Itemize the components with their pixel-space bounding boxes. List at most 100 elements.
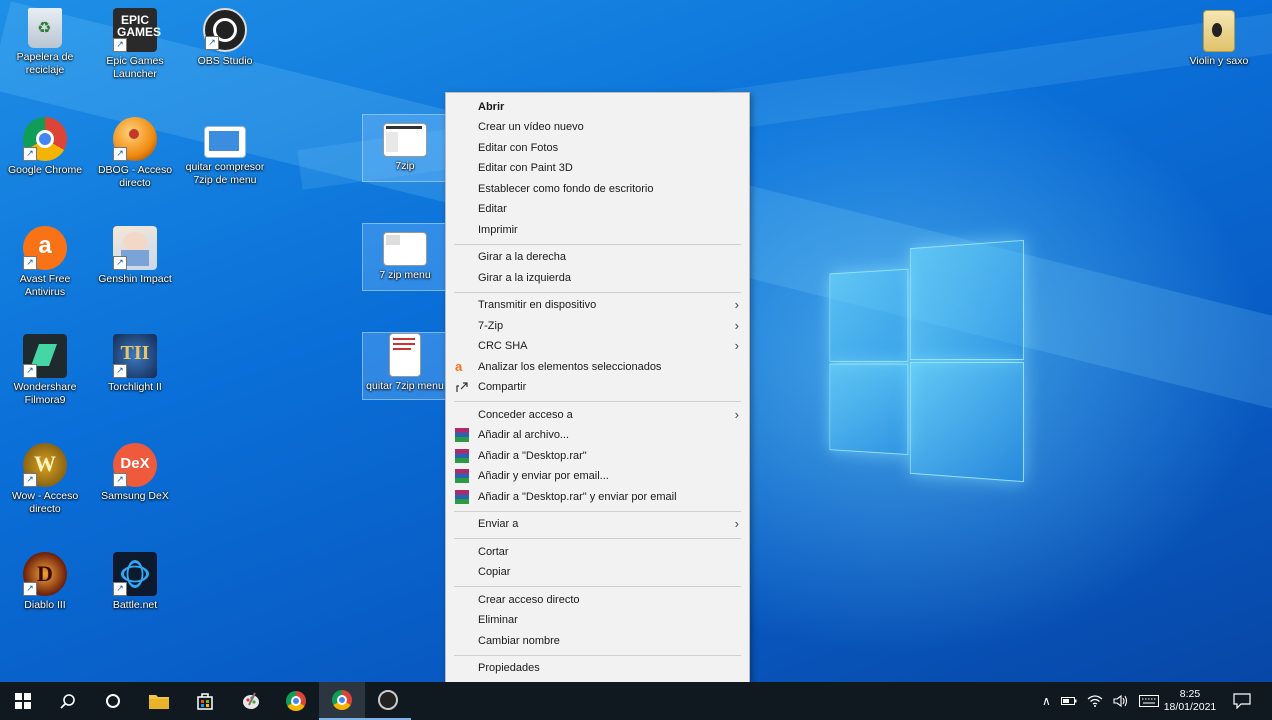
volume-icon[interactable] xyxy=(1113,694,1129,708)
wifi-icon[interactable] xyxy=(1087,695,1103,707)
desktop-icon-genshin[interactable]: ↗ Genshin Impact xyxy=(90,226,180,286)
menu-separator xyxy=(454,244,741,245)
menu-item-crear-video[interactable]: Crear un vídeo nuevo xyxy=(446,117,749,137)
menu-item-enviar-a[interactable]: Enviar a › xyxy=(446,514,749,534)
context-menu[interactable]: Abrir Crear un vídeo nuevo Editar con Fo… xyxy=(445,92,750,684)
shortcut-arrow-icon: ↗ xyxy=(113,38,127,52)
menu-item-eliminar[interactable]: Eliminar xyxy=(446,610,749,630)
screenshot-file-icon xyxy=(383,232,427,266)
desktop-icon-diablo[interactable]: D ↗ Diablo III xyxy=(0,552,90,612)
obs-icon: ↗ xyxy=(203,8,247,52)
battery-icon[interactable] xyxy=(1060,696,1077,706)
shortcut-arrow-icon: ↗ xyxy=(23,582,37,596)
chevron-right-icon: › xyxy=(734,516,739,531)
menu-separator xyxy=(454,538,741,539)
wow-icon: W ↗ xyxy=(23,443,67,487)
shortcut-arrow-icon: ↗ xyxy=(113,256,127,270)
menu-item-anadir-desktop-rar[interactable]: Añadir a "Desktop.rar" xyxy=(446,446,749,466)
menu-separator xyxy=(454,401,741,402)
avast-icon: a ↗ xyxy=(23,226,67,270)
chrome-taskbar-button[interactable] xyxy=(273,682,319,720)
desktop-icon-7zip-menu[interactable]: 7 zip menu xyxy=(362,223,448,291)
menu-item-anadir-archivo[interactable]: Añadir al archivo... xyxy=(446,425,749,445)
paint-button[interactable] xyxy=(228,682,274,720)
winrar-icon xyxy=(455,428,469,442)
desktop-icon-filmora[interactable]: ↗ Wondershare Filmora9 xyxy=(0,334,90,407)
search-button[interactable] xyxy=(45,682,91,720)
shortcut-arrow-icon: ↗ xyxy=(23,256,37,270)
menu-item-crear-acceso-directo[interactable]: Crear acceso directo xyxy=(446,590,749,610)
clock-date: 18/01/2021 xyxy=(1163,701,1217,713)
share-icon xyxy=(456,382,468,392)
cortana-button[interactable] xyxy=(90,682,136,720)
chrome-icon xyxy=(286,691,306,711)
taskbar: ∧ 8:25 18/01/2021 xyxy=(0,682,1272,720)
menu-item-cortar[interactable]: Cortar xyxy=(446,542,749,562)
system-tray: ∧ xyxy=(1042,682,1159,720)
clock[interactable]: 8:25 18/01/2021 xyxy=(1158,682,1222,720)
desktop-icon-battlenet[interactable]: ↗ Battle.net xyxy=(90,552,180,612)
chevron-up-icon[interactable]: ∧ xyxy=(1042,694,1051,708)
menu-item-propiedades[interactable]: Propiedades xyxy=(446,658,749,678)
menu-item-anadir-rar-email[interactable]: Añadir a "Desktop.rar" y enviar por emai… xyxy=(446,487,749,507)
file-explorer-button[interactable] xyxy=(136,682,182,720)
notifications-button[interactable] xyxy=(1222,682,1262,720)
menu-item-conceder-acceso[interactable]: Conceder acceso a › xyxy=(446,405,749,425)
menu-item-cambiar-nombre[interactable]: Cambiar nombre xyxy=(446,631,749,651)
desktop-icon-wow[interactable]: W ↗ Wow - Acceso directo xyxy=(0,443,90,516)
menu-item-editar[interactable]: Editar xyxy=(446,199,749,219)
desktop-icon-epic-games[interactable]: EPIC GAMES ↗ Epic Games Launcher xyxy=(90,8,180,81)
folder-icon xyxy=(1203,10,1235,52)
shortcut-arrow-icon: ↗ xyxy=(23,473,37,487)
screenshot-file-icon xyxy=(383,123,427,157)
winrar-icon xyxy=(455,449,469,463)
screenshot-file-icon xyxy=(389,333,421,377)
menu-separator xyxy=(454,655,741,656)
desktop-icon-violin-saxo[interactable]: Violin y saxo xyxy=(1174,10,1264,68)
menu-item-copiar[interactable]: Copiar xyxy=(446,562,749,582)
desktop-icon-google-chrome[interactable]: ↗ Google Chrome xyxy=(0,117,90,177)
menu-item-7zip[interactable]: 7-Zip › xyxy=(446,316,749,336)
clock-time: 8:25 xyxy=(1179,688,1201,700)
winrar-icon xyxy=(455,490,469,504)
menu-item-girar-izquierda[interactable]: Girar a la izquierda xyxy=(446,268,749,288)
shortcut-arrow-icon: ↗ xyxy=(113,473,127,487)
chevron-right-icon: › xyxy=(734,318,739,333)
store-button[interactable] xyxy=(182,682,228,720)
desktop-icon-quitar-7zip-menu[interactable]: quitar 7zip menu xyxy=(362,332,448,400)
desktop-icon-dbog[interactable]: ↗ DBOG - Acceso directo xyxy=(90,117,180,190)
obs-taskbar-button[interactable] xyxy=(365,682,411,720)
start-button[interactable] xyxy=(0,682,46,720)
menu-item-editar-fotos[interactable]: Editar con Fotos xyxy=(446,138,749,158)
menu-item-compartir[interactable]: Compartir xyxy=(446,377,749,397)
menu-item-fondo-escritorio[interactable]: Establecer como fondo de escritorio xyxy=(446,179,749,199)
cortana-icon xyxy=(106,694,120,708)
desktop-icon-avast[interactable]: a ↗ Avast Free Antivirus xyxy=(0,226,90,299)
menu-item-editar-paint3d[interactable]: Editar con Paint 3D xyxy=(446,158,749,178)
desktop-icon-recycle-bin[interactable]: ♻ Papelera de reciclaje xyxy=(0,8,90,77)
desktop-icon-torchlight[interactable]: TII ↗ Torchlight II xyxy=(90,334,180,394)
menu-item-imprimir[interactable]: Imprimir xyxy=(446,220,749,240)
menu-separator xyxy=(454,511,741,512)
epic-games-icon: EPIC GAMES ↗ xyxy=(113,8,161,52)
desktop-icon-quitar-compresor[interactable]: quitar compresor 7zip de menu xyxy=(180,126,270,187)
shortcut-arrow-icon: ↗ xyxy=(23,364,37,378)
keyboard-icon[interactable] xyxy=(1138,695,1159,707)
notification-icon xyxy=(1233,693,1251,709)
recycle-bin-icon: ♻ xyxy=(28,8,62,48)
dbog-icon: ↗ xyxy=(113,117,157,161)
chrome-taskbar-button-active[interactable] xyxy=(319,682,365,720)
menu-item-analizar[interactable]: a Analizar los elementos seleccionados xyxy=(446,357,749,377)
torchlight-icon: TII ↗ xyxy=(113,334,157,378)
chevron-right-icon: › xyxy=(734,297,739,312)
menu-item-anadir-enviar-email[interactable]: Añadir y enviar por email... xyxy=(446,466,749,486)
menu-item-girar-derecha[interactable]: Girar a la derecha xyxy=(446,247,749,267)
desktop-icon-7zip[interactable]: 7zip xyxy=(362,114,448,182)
desktop-icon-obs[interactable]: ↗ OBS Studio xyxy=(180,8,270,68)
genshin-icon: ↗ xyxy=(113,226,157,270)
shortcut-arrow-icon: ↗ xyxy=(113,364,127,378)
menu-item-crc-sha[interactable]: CRC SHA › xyxy=(446,336,749,356)
desktop-icon-samsung-dex[interactable]: DeX ↗ Samsung DeX xyxy=(90,443,180,503)
menu-item-abrir[interactable]: Abrir xyxy=(446,97,749,117)
menu-item-transmitir[interactable]: Transmitir en dispositivo › xyxy=(446,295,749,315)
